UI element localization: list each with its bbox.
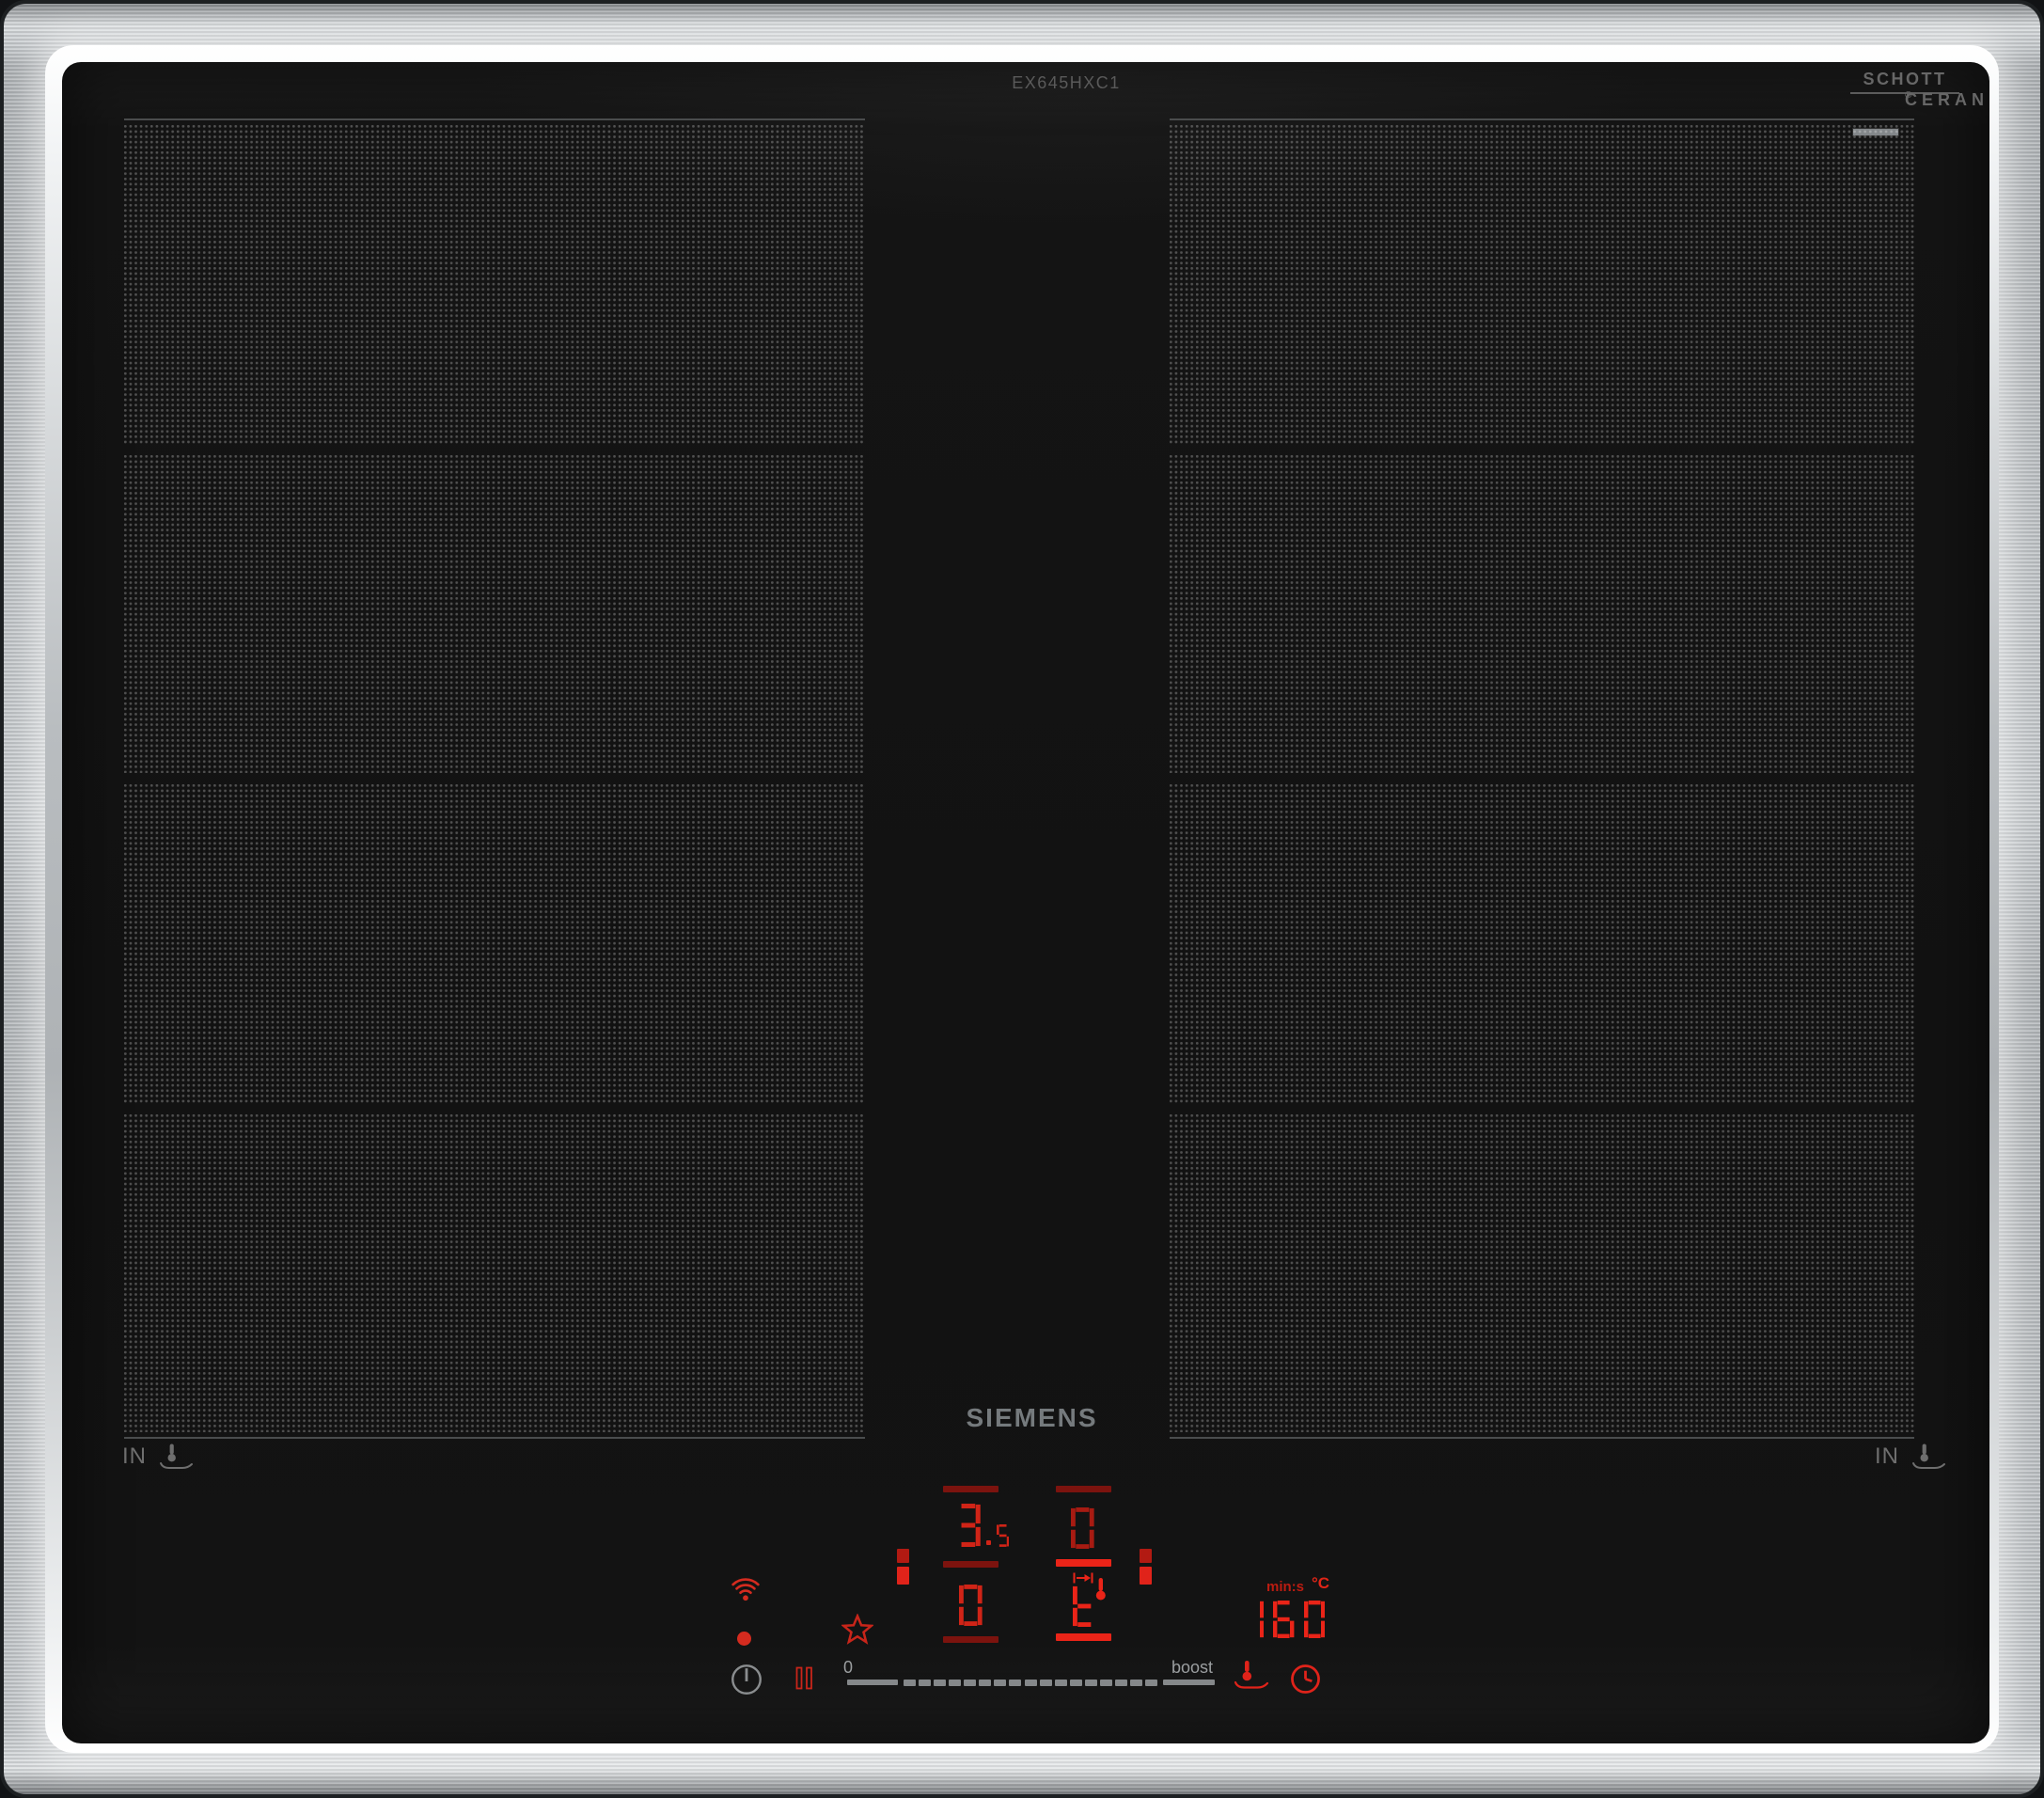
fry-sensor-pan-icon[interactable] (1233, 1658, 1270, 1692)
timer-temp-display (1243, 1601, 1326, 1638)
slider-dash[interactable] (994, 1680, 1007, 1686)
zone-section (1170, 784, 1914, 1103)
pan-detect-right: IN (1875, 1443, 1948, 1471)
slider-dash[interactable] (1024, 1680, 1037, 1686)
zone-section (124, 1113, 865, 1432)
zone-select-key[interactable] (943, 1636, 998, 1643)
siemens-logo: SIEMENS (966, 1403, 1098, 1432)
slider-dash[interactable] (1145, 1680, 1157, 1686)
zone-indicator-right (1140, 1549, 1152, 1585)
wifi-icon[interactable] (731, 1578, 760, 1602)
ceran-word: CERAN (1905, 90, 1989, 109)
schott-text: SCHOTT (1863, 70, 1947, 88)
cooking-zone-right (1170, 118, 1914, 1439)
slider-dash[interactable] (904, 1680, 916, 1686)
star-icon[interactable] (841, 1614, 873, 1646)
slider-track[interactable] (904, 1680, 1157, 1686)
zone-section (124, 784, 865, 1103)
left-zone-bottom-power-display[interactable] (959, 1585, 983, 1626)
slider-dash[interactable] (1069, 1680, 1082, 1686)
zone-select-key[interactable] (1056, 1559, 1111, 1567)
slider-min-label[interactable]: 0 (843, 1658, 853, 1678)
slider-dash[interactable] (964, 1680, 977, 1686)
temp-unit-label: °C (1312, 1574, 1330, 1592)
slider-dash[interactable] (979, 1680, 992, 1686)
registered-mark: ® (1905, 90, 1912, 101)
zone-section (1170, 454, 1914, 773)
induction-hob-photo: EX645HXC1 SCHOTT CERAN ® SIEMENS IN IN 0… (0, 0, 2044, 1798)
slider-dash[interactable] (934, 1680, 947, 1686)
cooking-zone-left (124, 118, 865, 1439)
left-zone-top-power-display[interactable] (956, 1504, 1010, 1547)
slider-track-end[interactable] (1163, 1680, 1215, 1685)
zone-section (1170, 125, 1914, 444)
pause-icon[interactable] (795, 1666, 813, 1690)
pan-detect-left: IN (122, 1443, 196, 1471)
in-label: IN (122, 1443, 147, 1469)
slider-dash[interactable] (1039, 1680, 1052, 1686)
zone-section (124, 125, 865, 444)
pan-thermometer-icon (1912, 1443, 1945, 1469)
zone-section (124, 454, 865, 773)
slider-track-start[interactable] (847, 1680, 898, 1685)
status-dot-icon (737, 1632, 751, 1646)
in-label: IN (1875, 1443, 1899, 1469)
right-zone-top-power-display[interactable] (1071, 1507, 1094, 1549)
steel-frame: EX645HXC1 SCHOTT CERAN ® SIEMENS IN IN 0… (0, 0, 2044, 1798)
zone-select-key[interactable] (1056, 1486, 1111, 1492)
transfer-arrow-icon (1073, 1572, 1093, 1584)
zone-select-key[interactable] (943, 1486, 998, 1492)
model-label: EX645HXC1 (1012, 73, 1121, 92)
zone-section (1170, 1113, 1914, 1432)
schott-ceran-logo: SCHOTT CERAN ® (1850, 70, 1984, 109)
slider-dash[interactable] (949, 1680, 962, 1686)
slider-max-label[interactable]: boost (1171, 1658, 1213, 1678)
zone-indicator-left (897, 1549, 909, 1585)
slider-dash[interactable] (1084, 1680, 1097, 1686)
clock-icon[interactable] (1290, 1664, 1321, 1695)
slider-dash[interactable] (1114, 1680, 1127, 1686)
slider-dash[interactable] (1009, 1680, 1022, 1686)
thermometer-icon (1095, 1578, 1106, 1601)
glass-surface: EX645HXC1 SCHOTT CERAN ® SIEMENS IN IN 0… (62, 62, 1989, 1743)
timer-unit-label: min:s (1266, 1579, 1305, 1595)
slider-dash[interactable] (1129, 1680, 1142, 1686)
slider-dash[interactable] (919, 1680, 932, 1686)
right-zone-fry-mode-display[interactable] (1073, 1585, 1096, 1627)
power-icon[interactable] (731, 1664, 763, 1695)
slider-dash[interactable] (1054, 1680, 1067, 1686)
zone-select-key[interactable] (1056, 1633, 1111, 1641)
slider-dash[interactable] (1099, 1680, 1112, 1686)
zone-select-key[interactable] (943, 1561, 998, 1568)
pan-thermometer-icon (160, 1443, 193, 1469)
